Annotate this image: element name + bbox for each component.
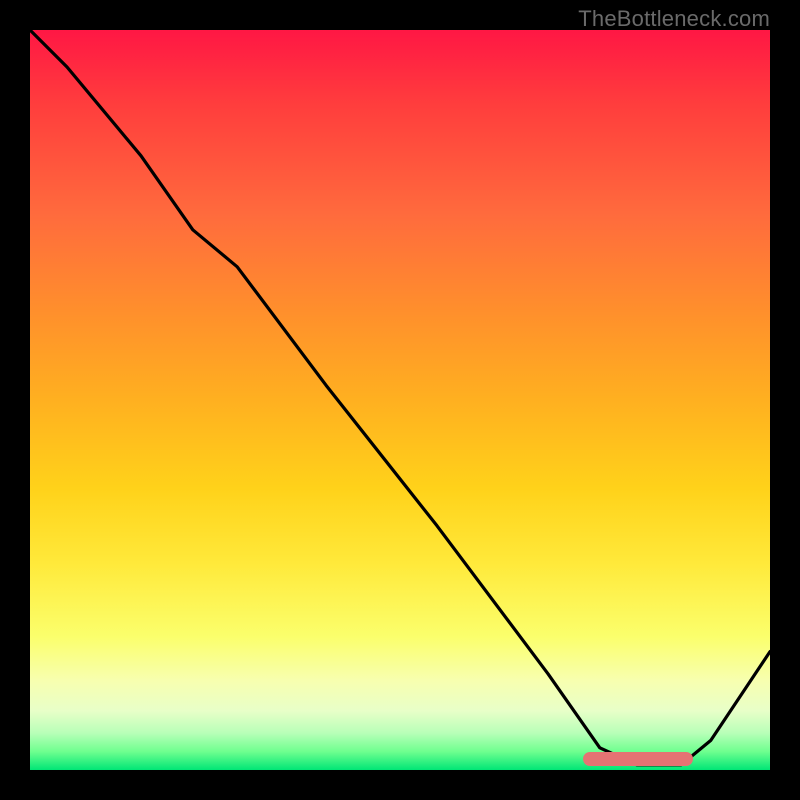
bottleneck-curve (30, 30, 770, 770)
attribution-label: TheBottleneck.com (578, 6, 770, 32)
chart-frame: TheBottleneck.com (0, 0, 800, 800)
optimal-range-marker (583, 752, 693, 766)
plot-area (30, 30, 770, 770)
